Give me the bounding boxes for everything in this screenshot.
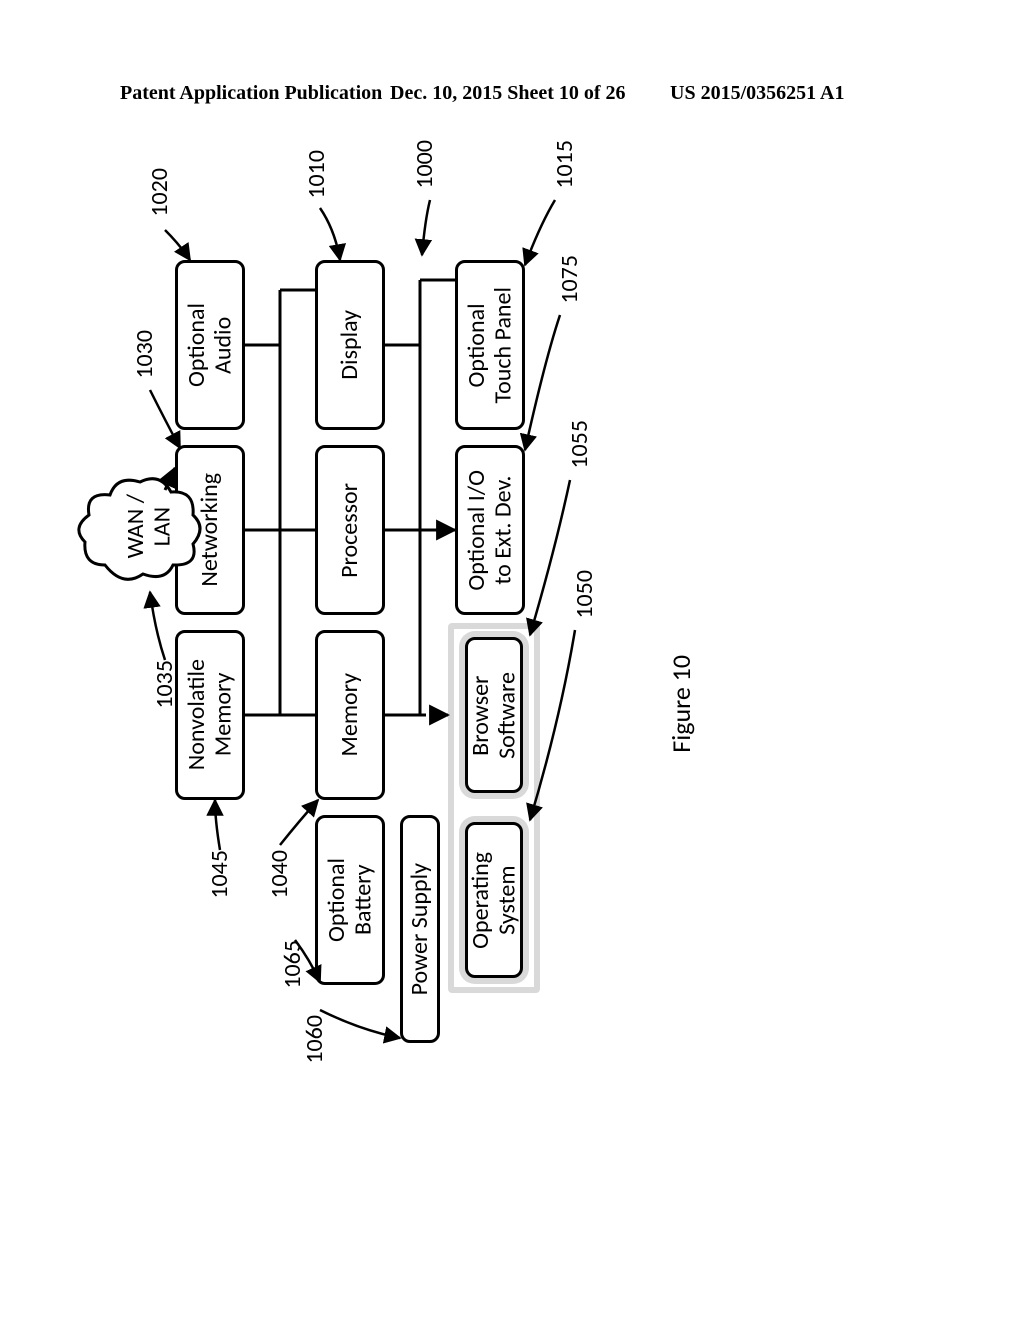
ref-1000: 1000 (410, 140, 439, 189)
header-publication: Patent Application Publication (120, 82, 382, 105)
ref-1055: 1055 (565, 420, 594, 469)
ref-1065: 1065 (278, 940, 307, 989)
connectors (110, 160, 730, 1060)
figure-caption: Figure 10 (665, 655, 697, 753)
ref-1075: 1075 (555, 255, 584, 304)
ref-1045: 1045 (205, 850, 234, 899)
ref-1035: 1035 (150, 660, 179, 709)
ref-1030: 1030 (130, 330, 159, 379)
ref-1010: 1010 (302, 150, 331, 199)
ref-1040: 1040 (265, 850, 294, 899)
ref-1050: 1050 (570, 570, 599, 619)
ref-1015: 1015 (550, 140, 579, 189)
figure-10: Optional Audio Networking Nonvolatile Me… (110, 160, 730, 1030)
ref-1020: 1020 (145, 168, 174, 217)
header-docnum: US 2015/0356251 A1 (670, 82, 844, 105)
header-date-sheet: Dec. 10, 2015 Sheet 10 of 26 (390, 82, 626, 105)
ref-1060: 1060 (300, 1015, 329, 1064)
